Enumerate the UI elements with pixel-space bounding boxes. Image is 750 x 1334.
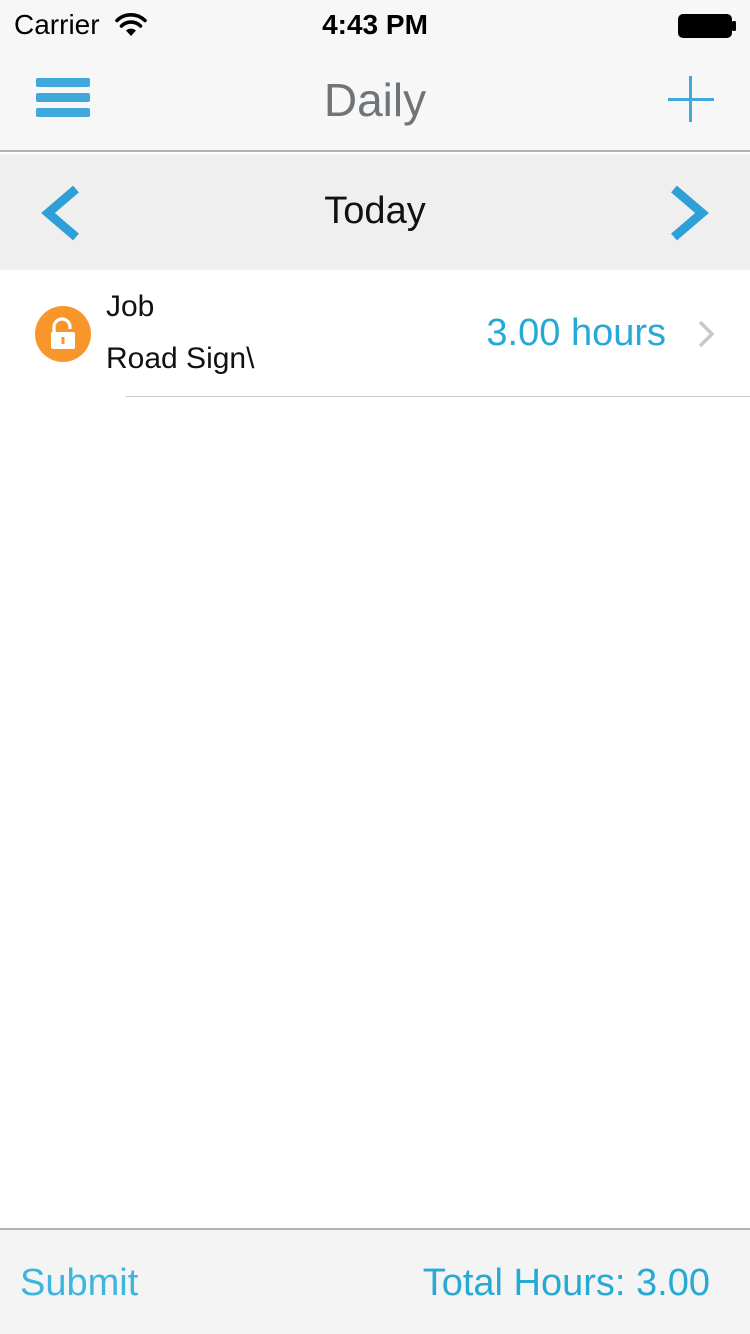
date-label: Today bbox=[324, 190, 426, 232]
list-item[interactable]: Job Road Sign\ 3.00 hours bbox=[0, 270, 750, 398]
bottom-toolbar: Submit Total Hours: 3.00 bbox=[0, 1228, 750, 1334]
entry-type-label: Job bbox=[106, 290, 155, 323]
entry-hours: 3.00 hours bbox=[486, 312, 666, 354]
date-selector: Today bbox=[0, 154, 750, 270]
chevron-right-icon bbox=[671, 185, 709, 241]
row-divider bbox=[126, 396, 750, 397]
status-bar: Carrier 4:43 PM bbox=[0, 0, 750, 48]
page-title: Daily bbox=[323, 74, 427, 126]
screen: Carrier 4:43 PM Daily Today Job Road Sig… bbox=[0, 0, 750, 1334]
status-badge bbox=[35, 306, 91, 362]
battery-icon bbox=[678, 14, 736, 38]
clock-label: 4:43 PM bbox=[322, 9, 428, 40]
add-entry-button[interactable] bbox=[668, 76, 714, 122]
unlocked-icon bbox=[51, 317, 75, 349]
disclosure-chevron-icon bbox=[698, 320, 715, 348]
entry-job-name: Road Sign\ bbox=[106, 342, 255, 375]
next-day-button[interactable] bbox=[664, 184, 714, 242]
submit-button[interactable]: Submit bbox=[20, 1260, 138, 1306]
navigation-bar: Daily bbox=[0, 48, 750, 152]
total-hours-label: Total Hours: 3.00 bbox=[422, 1262, 710, 1304]
